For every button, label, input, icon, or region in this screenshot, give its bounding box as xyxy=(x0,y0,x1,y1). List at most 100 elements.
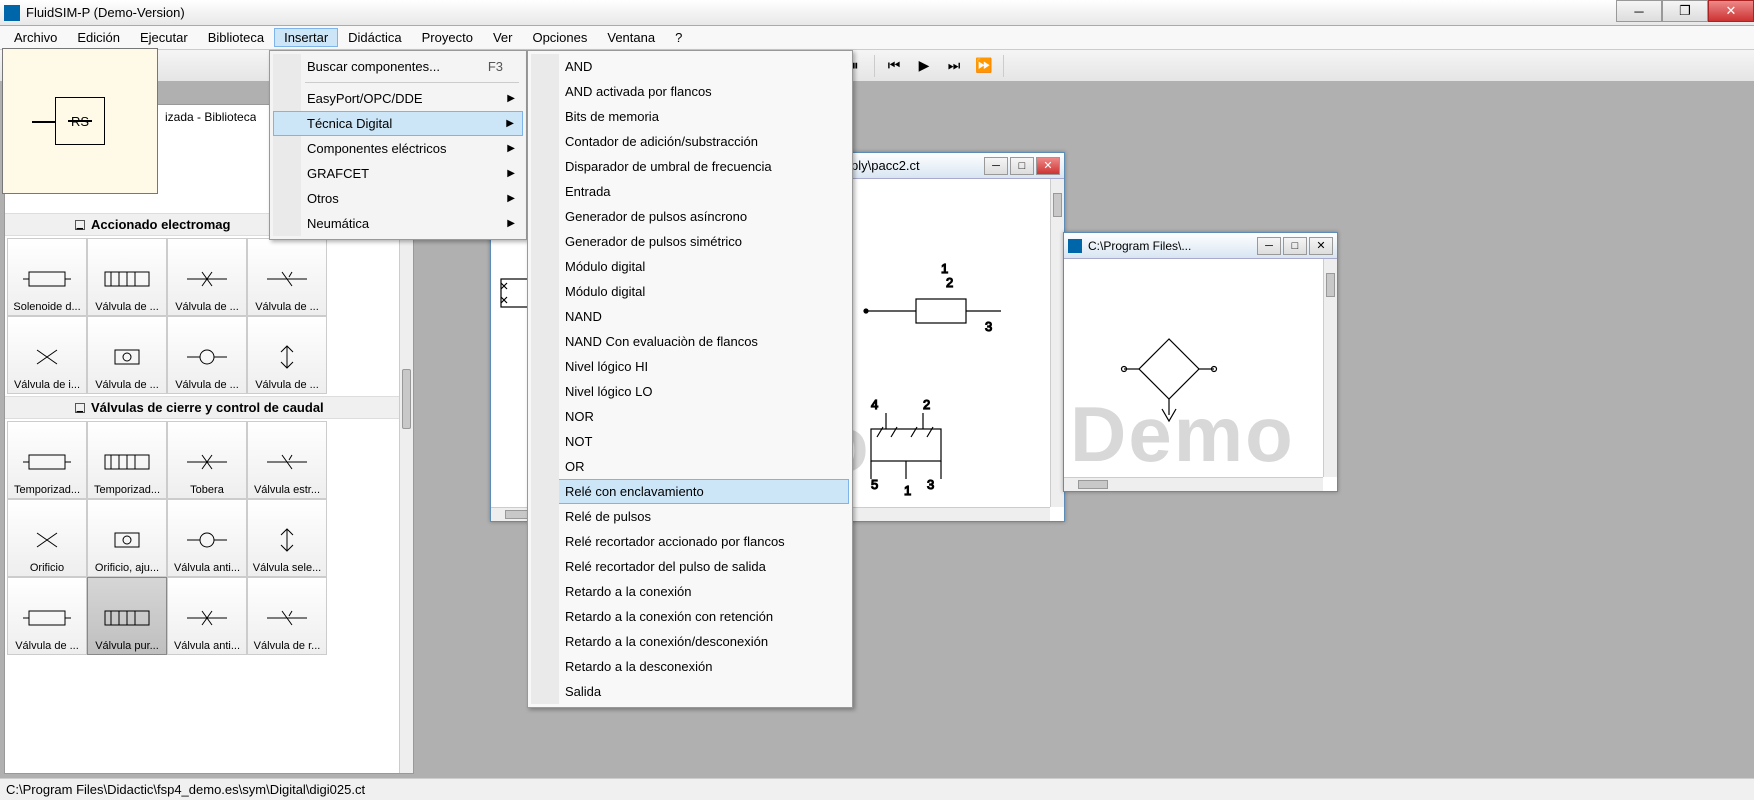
insertar-menu[interactable]: Buscar componentes...F3 EasyPort/OPC/DDE▶… xyxy=(269,50,527,240)
library-component[interactable]: Válvula de ... xyxy=(87,316,167,394)
menu-item[interactable]: Entrada xyxy=(531,179,849,204)
collapse-icon[interactable]: − xyxy=(75,403,85,413)
menu-item[interactable]: Relé de pulsos xyxy=(531,504,849,529)
menu-item[interactable]: Bits de memoria xyxy=(531,104,849,129)
close-button[interactable]: ✕ xyxy=(1036,157,1060,175)
library-component[interactable]: Temporizad... xyxy=(87,421,167,499)
menu-item[interactable]: Nivel lógico HI xyxy=(531,354,849,379)
skip-fwd-button[interactable]: ⏭ xyxy=(941,53,967,79)
menu-item[interactable]: Técnica Digital▶ xyxy=(273,111,523,136)
menu-item[interactable]: Salida xyxy=(531,679,849,704)
menu-item[interactable]: AND activada por flancos xyxy=(531,79,849,104)
circuit-canvas[interactable]: Demo xyxy=(1064,259,1323,477)
menu-item[interactable]: Buscar componentes...F3 xyxy=(273,54,523,79)
menu-item[interactable]: GRAFCET▶ xyxy=(273,161,523,186)
horizontal-scrollbar[interactable] xyxy=(1064,477,1323,491)
menu-item[interactable]: AND xyxy=(531,54,849,79)
maximize-button[interactable]: □ xyxy=(1010,157,1034,175)
menu-item[interactable]: Módulo digital xyxy=(531,279,849,304)
menu-item[interactable]: Componentes eléctricos▶ xyxy=(273,136,523,161)
window-title: FluidSIM-P (Demo-Version) xyxy=(26,5,185,20)
minimize-button[interactable]: ─ xyxy=(1257,237,1281,255)
component-label: Válvula de r... xyxy=(252,638,323,654)
library-component[interactable]: Válvula de ... xyxy=(87,238,167,316)
vertical-scrollbar[interactable] xyxy=(1050,179,1064,507)
library-component[interactable]: Válvula estr... xyxy=(247,421,327,499)
minimize-button[interactable]: ─ xyxy=(984,157,1008,175)
maximize-button[interactable]: ❐ xyxy=(1662,0,1708,22)
menu-item[interactable]: Relé recortador accionado por flancos xyxy=(531,529,849,554)
close-button[interactable]: ✕ xyxy=(1708,0,1754,22)
component-label: Válvula de ... xyxy=(93,377,161,393)
library-component[interactable]: Válvula pur... xyxy=(87,577,167,655)
collapse-icon[interactable]: − xyxy=(75,220,85,230)
menu-item[interactable]: Generador de pulsos asíncrono xyxy=(531,204,849,229)
rs-symbol: RS xyxy=(55,97,105,145)
library-component[interactable]: Válvula de ... xyxy=(247,238,327,316)
menu-item[interactable]: Contador de adición/substracción xyxy=(531,129,849,154)
vertical-scrollbar[interactable] xyxy=(1323,259,1337,477)
menu-insertar[interactable]: Insertar xyxy=(274,28,338,47)
menu-item[interactable]: Otros▶ xyxy=(273,186,523,211)
minimize-button[interactable]: ─ xyxy=(1616,0,1662,22)
library-component[interactable]: Orificio, aju... xyxy=(87,499,167,577)
library-component[interactable]: Válvula de ... xyxy=(7,577,87,655)
menu-ejecutar[interactable]: Ejecutar xyxy=(130,28,198,47)
scrollbar-thumb[interactable] xyxy=(1326,273,1335,297)
menu-item[interactable]: NOT xyxy=(531,429,849,454)
menu-item[interactable]: Retardo a la conexión con retención xyxy=(531,604,849,629)
library-component[interactable]: Solenoide d... xyxy=(7,238,87,316)
svg-text:3: 3 xyxy=(927,477,934,492)
menu-archivo[interactable]: Archivo xyxy=(4,28,67,47)
menu-item[interactable]: OR xyxy=(531,454,849,479)
library-component[interactable]: Válvula de ... xyxy=(167,316,247,394)
menu-item[interactable]: Módulo digital xyxy=(531,254,849,279)
close-button[interactable]: ✕ xyxy=(1309,237,1333,255)
play-button[interactable]: ▶ xyxy=(911,53,937,79)
menu-item[interactable]: Disparador de umbral de frecuencia xyxy=(531,154,849,179)
scrollbar-thumb[interactable] xyxy=(1053,193,1062,217)
menu-item[interactable]: Retardo a la conexión xyxy=(531,579,849,604)
menu-didáctica[interactable]: Didáctica xyxy=(338,28,411,47)
submenu-arrow-icon: ▶ xyxy=(507,193,515,204)
library-component[interactable]: Válvula anti... xyxy=(167,577,247,655)
menu-item[interactable]: NOR xyxy=(531,404,849,429)
menu-edición[interactable]: Edición xyxy=(67,28,130,47)
library-component[interactable]: Tobera xyxy=(167,421,247,499)
menu-biblioteca[interactable]: Biblioteca xyxy=(198,28,274,47)
tecnica-digital-submenu[interactable]: ANDAND activada por flancosBits de memor… xyxy=(527,50,853,708)
library-component[interactable]: Válvula de ... xyxy=(247,316,327,394)
fast-fwd-button[interactable]: ⏩ xyxy=(971,53,997,79)
maximize-button[interactable]: □ xyxy=(1283,237,1307,255)
library-group-header[interactable]: −Válvulas de cierre y control de caudal xyxy=(5,396,399,419)
menu-item[interactable]: Nivel lógico LO xyxy=(531,379,849,404)
window-title-bar: FluidSIM-P (Demo-Version) ─ ❐ ✕ xyxy=(0,0,1754,26)
menu-ventana[interactable]: Ventana xyxy=(597,28,665,47)
menu-item[interactable]: Retardo a la conexión/desconexión xyxy=(531,629,849,654)
component-symbol xyxy=(97,520,157,560)
skip-back-button[interactable]: ⏮ xyxy=(881,53,907,79)
menu-item[interactable]: Generador de pulsos simétrico xyxy=(531,229,849,254)
library-component[interactable]: Válvula sele... xyxy=(247,499,327,577)
menu-opciones[interactable]: Opciones xyxy=(522,28,597,47)
menu-proyecto[interactable]: Proyecto xyxy=(412,28,483,47)
menu-item[interactable]: Relé con enclavamiento xyxy=(531,479,849,504)
menu-item[interactable]: NAND Con evaluaciòn de flancos xyxy=(531,329,849,354)
window-header[interactable]: C:\Program Files\... ─ □ ✕ xyxy=(1064,233,1337,259)
library-component[interactable]: Temporizad... xyxy=(7,421,87,499)
menu-ver[interactable]: Ver xyxy=(483,28,523,47)
menu-item[interactable]: Neumática▶ xyxy=(273,211,523,236)
library-component[interactable]: Orificio xyxy=(7,499,87,577)
menu-item[interactable]: NAND xyxy=(531,304,849,329)
library-component[interactable]: Válvula de r... xyxy=(247,577,327,655)
circuit-window-2[interactable]: C:\Program Files\... ─ □ ✕ Demo xyxy=(1063,232,1338,492)
menu-?[interactable]: ? xyxy=(665,28,692,47)
menu-item[interactable]: Relé recortador del pulso de salida xyxy=(531,554,849,579)
library-component[interactable]: Válvula anti... xyxy=(167,499,247,577)
scrollbar-thumb[interactable] xyxy=(1078,480,1108,489)
library-component[interactable]: Válvula de ... xyxy=(167,238,247,316)
library-component[interactable]: Válvula de i... xyxy=(7,316,87,394)
scrollbar-thumb[interactable] xyxy=(402,369,411,429)
menu-item[interactable]: EasyPort/OPC/DDE▶ xyxy=(273,86,523,111)
menu-item[interactable]: Retardo a la desconexión xyxy=(531,654,849,679)
